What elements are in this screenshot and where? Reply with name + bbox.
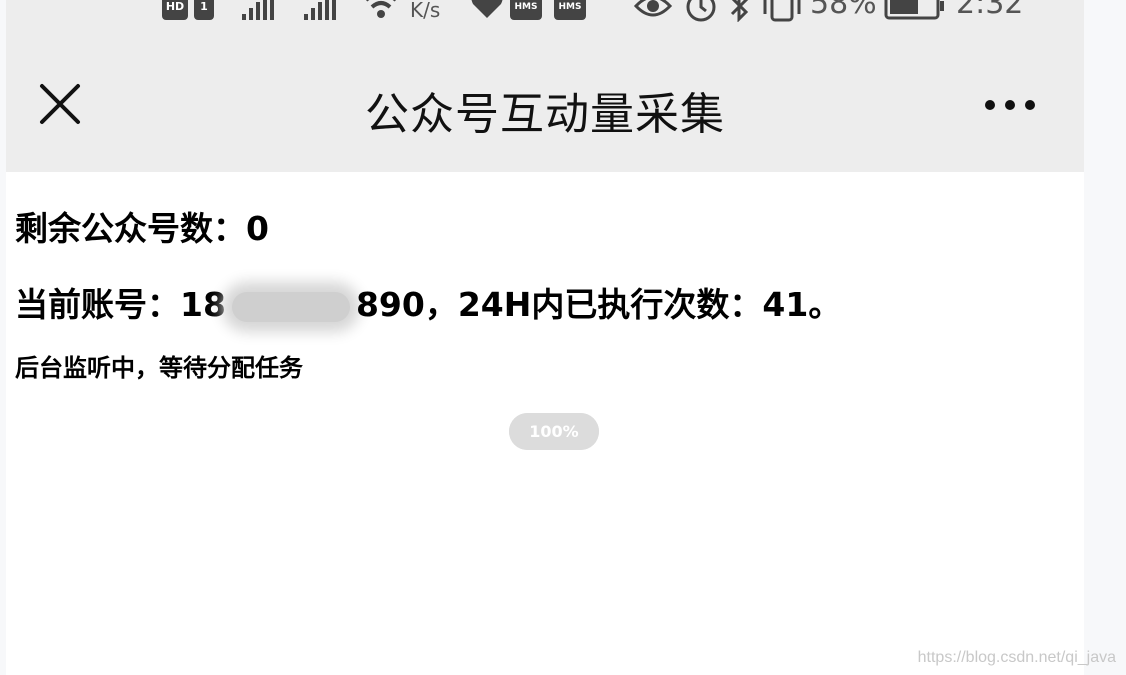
progress-indicator: 100% [509,413,599,450]
status-bar: HD 1 K/s HMS HMS 58% 2:32 [6,0,1084,30]
heart-icon [471,0,503,18]
account-line: 当前账号：18 890，24H内已执行次数：41。 [15,278,841,326]
hd-icon: HD [162,0,188,20]
signal-icon [304,0,336,20]
remaining-value: 0 [246,209,269,248]
redacted-account-digits [231,291,350,322]
more-icon[interactable] [978,92,1042,118]
app-window: HD 1 K/s HMS HMS 58% 2:32 公众号互动量采集 剩余公众号… [6,0,1084,675]
hms-icon: HMS [510,0,542,20]
battery-percent: 58% [810,0,877,21]
watermark: https://blog.csdn.net/qi_java [917,649,1116,666]
wifi-icon [366,0,396,18]
remaining-label: 剩余公众号数： [15,209,246,248]
network-speed-unit: K/s [410,0,441,22]
executed-end: 。 [808,285,842,324]
signal-icon [242,0,274,20]
sim-icon: 1 [194,0,214,20]
alarm-icon [686,0,716,22]
eye-icon [634,0,672,17]
clock-time: 2:32 [956,0,1024,21]
remaining-count-line: 剩余公众号数：0 [15,202,269,250]
account-label: 当前账号： [15,285,180,324]
nav-header: 公众号互动量采集 [6,30,1084,172]
page-title: 公众号互动量采集 [365,89,725,140]
progress-label: 100% [529,422,579,441]
account-suffix: 890 [355,285,425,324]
executed-label: ，24H内已执行次数： [424,285,763,324]
executed-value: 41 [762,285,809,324]
battery-icon [884,0,944,20]
vibrate-icon [763,0,801,22]
status-message: 后台监听中，等待分配任务 [15,354,303,382]
hms-icon: HMS [554,0,586,20]
bluetooth-icon [730,0,749,22]
account-prefix: 18 [180,285,226,324]
